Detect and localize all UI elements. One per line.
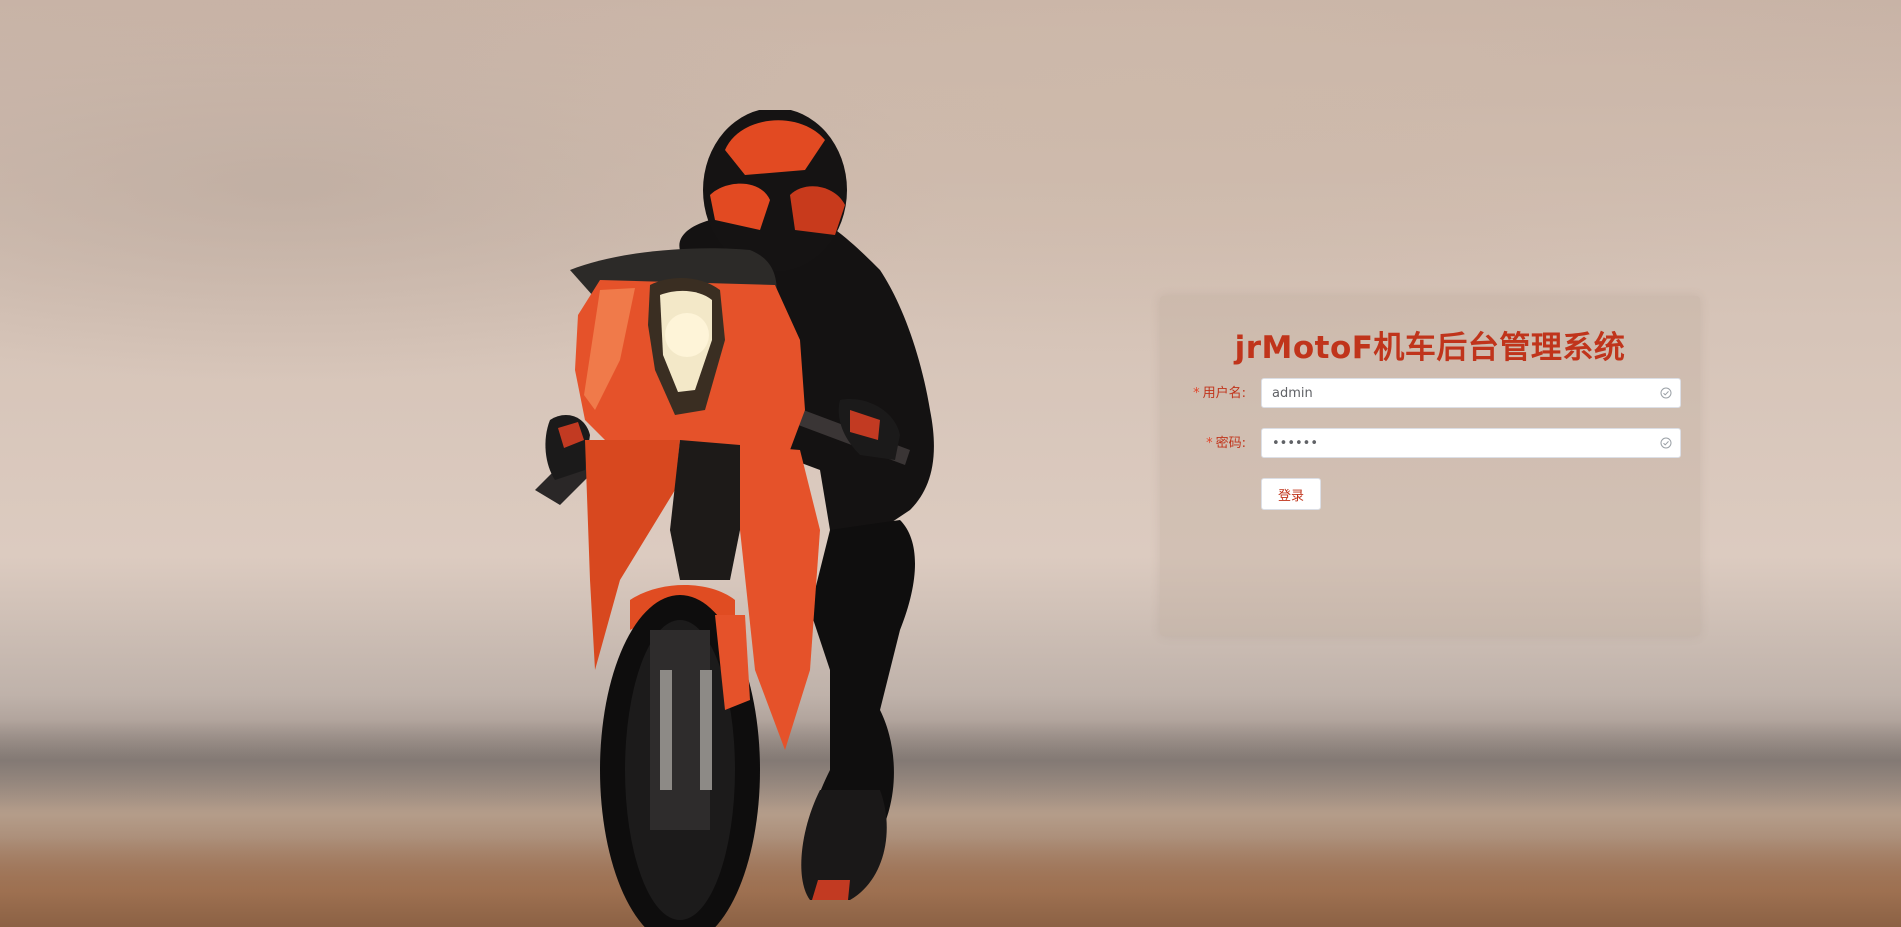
username-input[interactable] [1262, 379, 1662, 407]
required-mark: * [1193, 386, 1200, 401]
username-field[interactable] [1261, 378, 1681, 408]
password-label-text: 密码: [1215, 436, 1246, 451]
password-input[interactable] [1262, 429, 1662, 457]
login-page: jrMotoF机车后台管理系统 *用户名: *密码: 登录 [0, 0, 1901, 927]
page-title: jrMotoF机车后台管理系统 [1234, 330, 1626, 366]
password-field[interactable] [1261, 428, 1681, 458]
motorcycle-rider-image [535, 110, 934, 927]
check-circle-icon [1660, 387, 1672, 399]
password-label: * 密码: [1206, 428, 1246, 460]
password-row: * 密码: [1160, 428, 1700, 460]
check-circle-icon [1660, 437, 1672, 449]
login-panel: jrMotoF机车后台管理系统 *用户名: *密码: 登录 [1160, 296, 1700, 636]
username-label-text: 用户名: [1202, 386, 1246, 401]
username-row: * 用户名: [1160, 378, 1700, 410]
required-mark: * [1206, 436, 1213, 451]
username-label: * 用户名: [1193, 378, 1246, 410]
login-button[interactable]: 登录 [1261, 478, 1321, 510]
